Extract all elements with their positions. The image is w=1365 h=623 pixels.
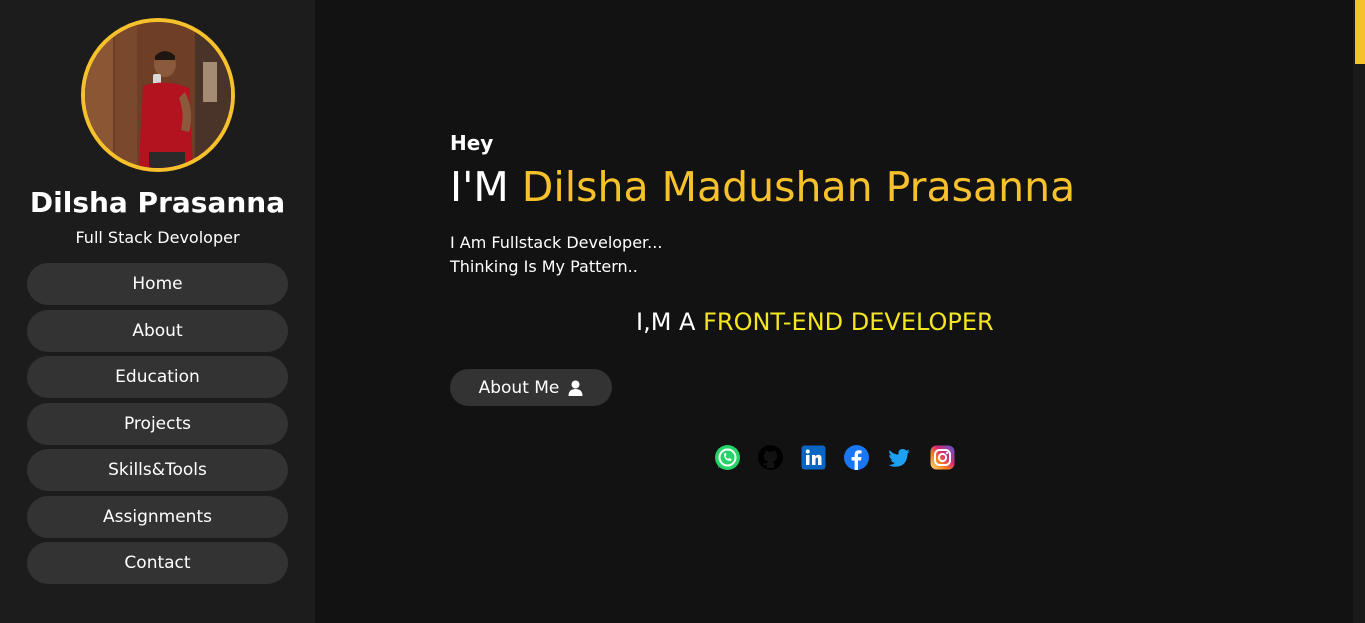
headline-name: Dilsha Madushan Prasanna (521, 163, 1076, 211)
nav-item-about[interactable]: About (27, 309, 288, 352)
twitter-icon[interactable] (886, 444, 913, 471)
profile-name: Dilsha Prasanna (29, 186, 286, 219)
avatar (81, 18, 235, 172)
sidebar: Dilsha Prasanna Full Stack Devoloper Hom… (0, 0, 315, 623)
nav-menu: Home About Education Projects Skills&Too… (27, 263, 288, 589)
role-line: I,M A FRONT-END DEVELOPER (636, 308, 994, 336)
nav-item-home[interactable]: Home (27, 263, 288, 305)
about-me-button[interactable]: About Me (450, 369, 612, 406)
social-links (714, 444, 956, 471)
nav-item-education[interactable]: Education (27, 356, 288, 398)
about-me-label: About Me (478, 377, 560, 398)
tagline-line-1: I Am Fullstack Developer... (450, 233, 663, 252)
whatsapp-icon[interactable] (714, 444, 741, 471)
tagline: I Am Fullstack Developer... Thinking Is … (450, 231, 662, 279)
facebook-icon[interactable] (843, 444, 870, 471)
linkedin-icon[interactable] (800, 444, 827, 471)
scrollbar-thumb[interactable] (1355, 0, 1365, 64)
github-icon[interactable] (757, 444, 784, 471)
profile-role: Full Stack Devoloper (75, 228, 240, 247)
user-icon (568, 380, 583, 396)
nav-item-projects[interactable]: Projects (27, 402, 288, 445)
tagline-line-2: Thinking Is My Pattern.. (450, 257, 638, 276)
headline: I'M Dilsha Madushan Prasanna (450, 163, 1075, 211)
greeting: Hey (450, 131, 494, 155)
page: Dilsha Prasanna Full Stack Devoloper Hom… (0, 0, 1365, 623)
scrollbar[interactable] (1353, 0, 1365, 623)
instagram-icon[interactable] (929, 444, 956, 471)
role-prefix: I,M A (636, 308, 696, 336)
headline-prefix: I'M (450, 163, 509, 211)
nav-item-skills-tools[interactable]: Skills&Tools (27, 449, 288, 491)
role-text: FRONT-END DEVELOPER (703, 308, 994, 336)
nav-item-contact[interactable]: Contact (27, 542, 288, 584)
nav-item-assignments[interactable]: Assignments (27, 495, 288, 538)
